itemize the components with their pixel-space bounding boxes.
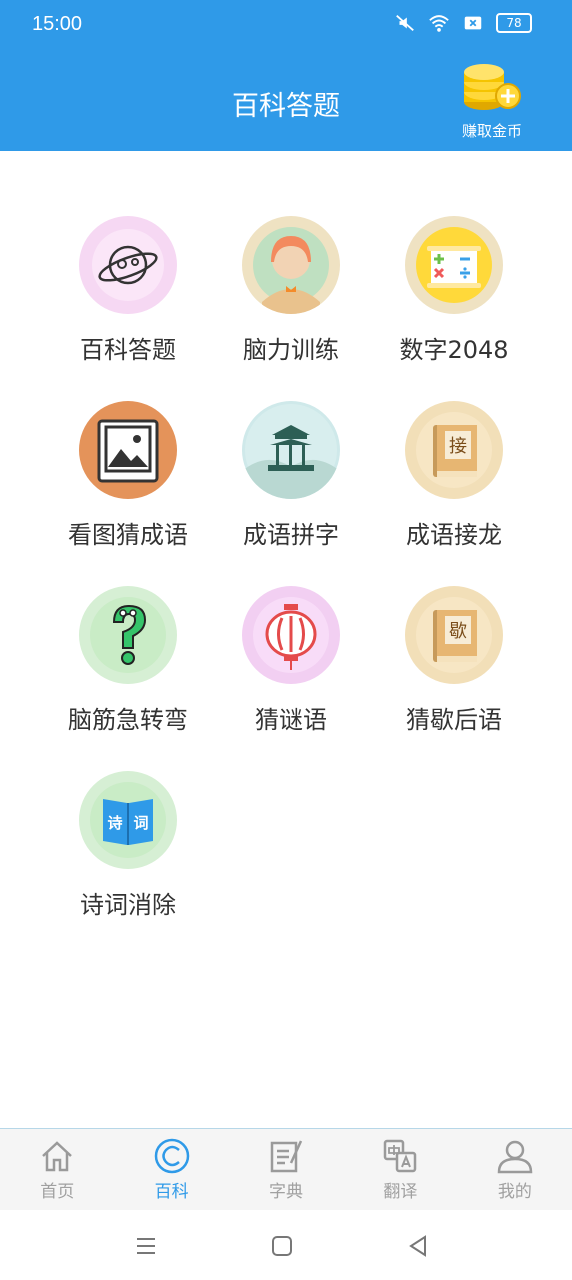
tile-label: 百科答题 [80,336,176,364]
nav-label: 首页 [40,1182,75,1202]
profile-icon [497,1140,533,1174]
nav-label: 我的 [497,1182,532,1202]
menu-icon[interactable] [134,1234,158,1258]
dictionary-icon [270,1140,303,1173]
game-tile-idiom-chain[interactable]: 接 成语接龙 [372,401,536,550]
math-board-icon [405,216,503,314]
planet-icon [79,216,177,314]
coins-icon[interactable] [460,62,524,112]
tile-label: 数字2048 [399,336,509,364]
game-tile-picture-idiom[interactable]: 看图猜成语 [46,401,210,550]
screen: 15:00 78 百科答题 赚取金币 百科答题 脑力训练 数字2048 看图猜成… [0,0,572,1280]
nav-label: 翻译 [383,1182,418,1202]
tile-label: 猜歇后语 [406,706,502,734]
tile-label: 诗词消除 [80,891,176,919]
picture-icon [79,401,177,499]
nav-dictionary[interactable]: 字典 [229,1129,343,1210]
nav-home[interactable]: 首页 [0,1129,114,1210]
wifi-icon [429,15,449,32]
poetry-glyph-left: 诗 [107,814,122,832]
nav-profile[interactable]: 我的 [458,1129,572,1210]
book-xie-icon: 歇 [405,586,503,684]
nav-label: 百科 [154,1182,189,1202]
girl-avatar-icon [242,216,340,314]
game-tile-riddles[interactable]: 猜谜语 [209,586,373,735]
status-time: 15:00 [32,13,83,35]
header-bar: 15:00 78 百科答题 赚取金币 [0,0,572,151]
translate-icon [384,1139,417,1173]
book-glyph: 歇 [449,621,467,642]
encyclopedia-icon [154,1138,189,1174]
nav-label: 字典 [269,1182,304,1202]
mute-icon [396,14,414,32]
tile-label: 脑筋急转弯 [68,706,188,734]
system-nav-bar [0,1210,572,1280]
game-tile-brain-teaser[interactable]: 脑筋急转弯 [46,586,210,735]
tile-label: 成语接龙 [406,521,502,549]
game-tile-xiehouyu[interactable]: 歇 猜歇后语 [372,586,536,735]
lantern-icon [242,586,340,684]
poetry-glyph-right: 词 [133,814,148,832]
home-square-icon[interactable] [270,1234,294,1258]
game-tile-encyclopedia-quiz[interactable]: 百科答题 [46,216,210,365]
poetry-book-icon: 诗 词 [79,771,177,869]
tile-label: 成语拼字 [243,521,339,549]
tile-label: 看图猜成语 [68,521,188,549]
tile-label: 脑力训练 [243,336,339,364]
back-triangle-icon[interactable] [406,1234,430,1258]
nav-translate[interactable]: 翻译 [343,1129,457,1210]
question-mark-icon [79,586,177,684]
book-glyph: 接 [449,436,467,457]
tile-label: 猜谜语 [255,706,327,734]
nav-encyclopedia[interactable]: 百科 [114,1129,228,1210]
game-tile-number-2048[interactable]: 数字2048 [372,216,536,365]
battery-indicator: 78 [496,13,532,33]
home-icon [42,1141,73,1172]
status-icons: 78 [394,12,532,34]
pavilion-icon [242,401,340,499]
book-jie-icon: 接 [405,401,503,499]
game-tile-poetry-elimination[interactable]: 诗 词 诗词消除 [46,771,210,920]
sim-card-icon [464,16,482,30]
earn-coins-label[interactable]: 赚取金币 [462,120,522,141]
bottom-nav: 首页 百科 字典 翻译 我的 [0,1128,572,1210]
game-tile-idiom-spelling[interactable]: 成语拼字 [209,401,373,550]
game-tile-brain-training[interactable]: 脑力训练 [209,216,373,365]
